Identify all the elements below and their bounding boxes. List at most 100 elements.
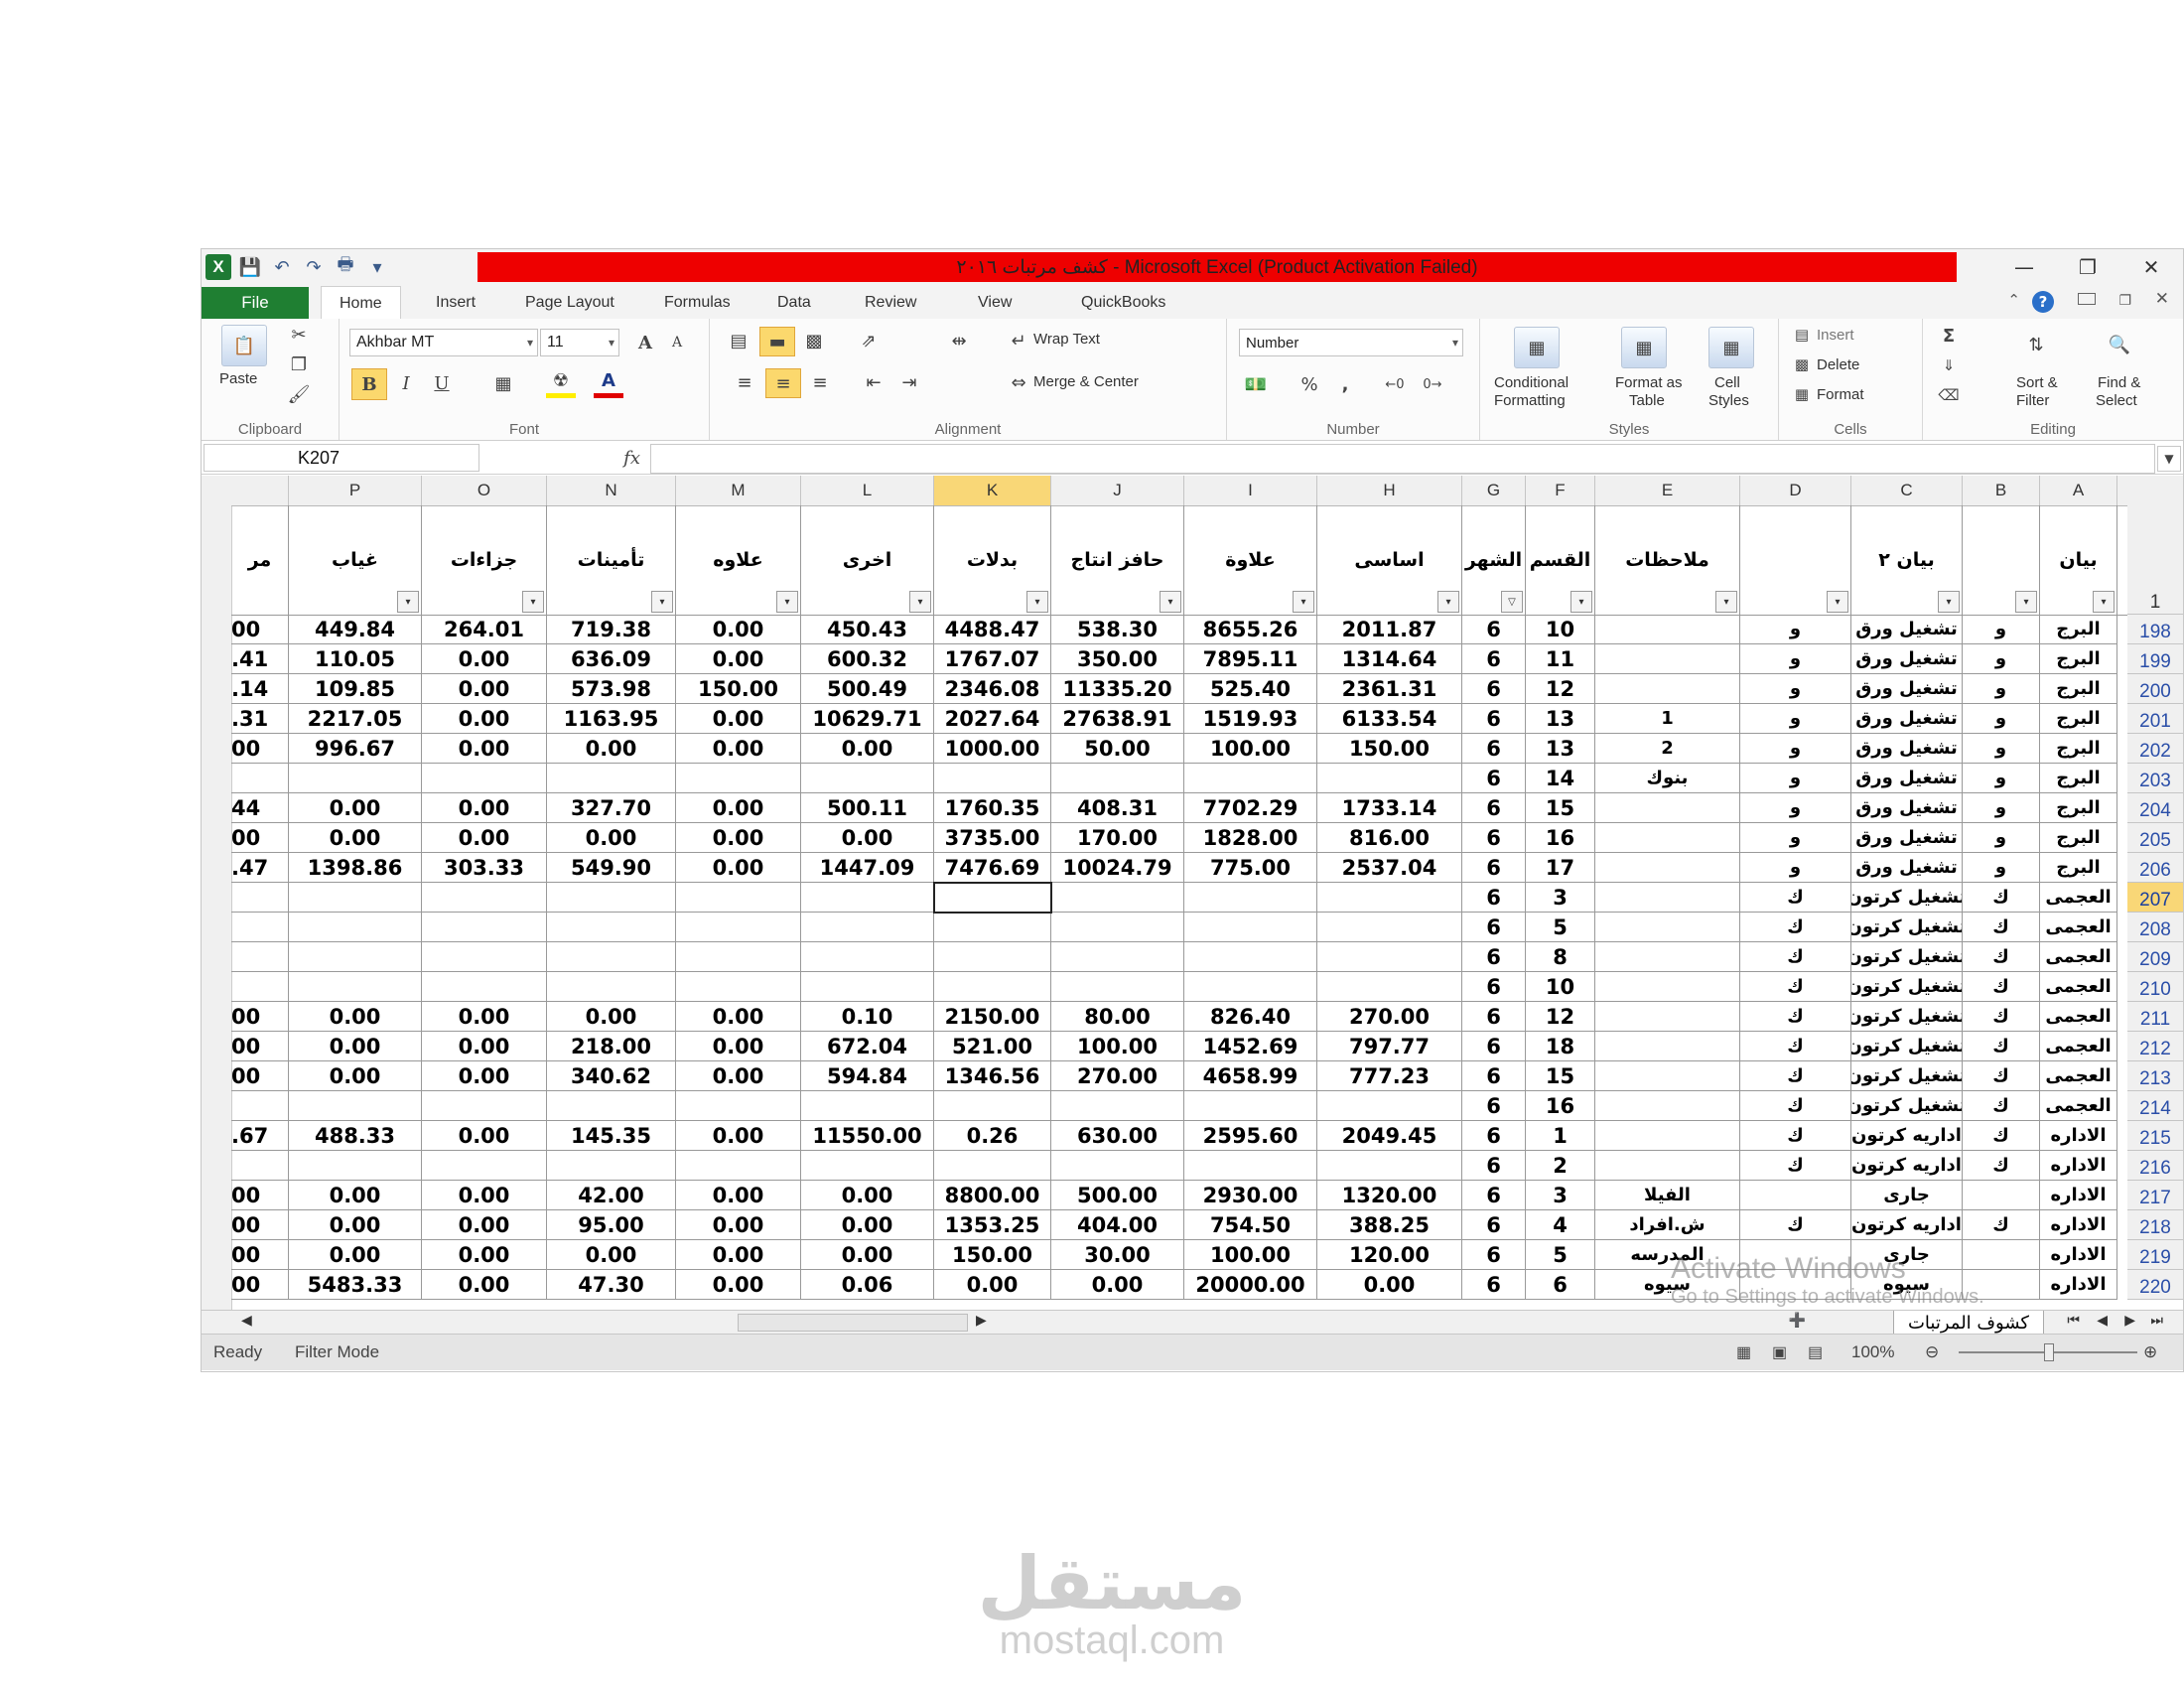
align-top-icon[interactable]: ▤ xyxy=(724,327,753,354)
cell-F[interactable]: 17 xyxy=(1526,853,1595,883)
cell-P[interactable] xyxy=(289,972,422,1002)
workbook-minimize-icon[interactable] xyxy=(2078,293,2096,305)
filter-active-icon[interactable]: ▽ xyxy=(1501,591,1523,613)
header-cell-partial[interactable]: مر xyxy=(231,505,289,615)
name-box[interactable]: K207 xyxy=(204,444,479,472)
cell-I[interactable]: 754.50 xyxy=(1184,1210,1317,1240)
print-preview-icon[interactable]: 🖶 xyxy=(333,254,358,280)
cell-I[interactable]: 1519.93 xyxy=(1184,704,1317,734)
workbook-restore-icon[interactable]: ❐ xyxy=(2118,293,2131,309)
cell-P[interactable]: 2217.05 xyxy=(289,704,422,734)
cell-H[interactable]: 1314.64 xyxy=(1317,644,1462,674)
cell-E[interactable]: ش.افراد xyxy=(1595,1210,1740,1240)
column-header-O[interactable]: O xyxy=(422,476,547,505)
cell-F[interactable]: 10 xyxy=(1526,972,1595,1002)
cell-K[interactable]: 2027.64 xyxy=(934,704,1051,734)
cell-I[interactable]: 20000.00 xyxy=(1184,1270,1317,1300)
cell-A[interactable]: العجمى xyxy=(2040,942,2117,972)
cell-O[interactable]: 0.00 xyxy=(422,1210,547,1240)
cell-A[interactable]: البرج xyxy=(2040,644,2117,674)
cell-A[interactable]: العجمى xyxy=(2040,1061,2117,1091)
sort-filter-icon[interactable]: ⇅ xyxy=(2014,325,2058,364)
redo-icon[interactable]: ↷ xyxy=(301,254,327,280)
fill-icon[interactable]: ⇓ xyxy=(1937,352,1961,378)
cell-J[interactable]: 270.00 xyxy=(1051,1061,1184,1091)
formula-input[interactable] xyxy=(650,444,2155,474)
workbook-close-icon[interactable]: ✕ xyxy=(2155,289,2169,309)
row-number[interactable]: 199 xyxy=(2127,644,2183,674)
column-header-P[interactable]: P xyxy=(289,476,422,505)
cell-M[interactable]: 0.00 xyxy=(676,1002,801,1032)
cell-J[interactable]: 27638.91 xyxy=(1051,704,1184,734)
cell-N[interactable]: 0.00 xyxy=(547,823,676,853)
cell-D[interactable]: ك xyxy=(1740,1210,1851,1240)
cell-O[interactable]: 0.00 xyxy=(422,734,547,764)
column-header-F[interactable]: F xyxy=(1526,476,1595,505)
cell-E[interactable] xyxy=(1595,615,1740,644)
row-number[interactable]: 217 xyxy=(2127,1181,2183,1210)
tab-quickbooks[interactable]: QuickBooks xyxy=(1081,287,1165,319)
filter-dropdown-icon[interactable]: ▾ xyxy=(2015,591,2037,613)
cell-P[interactable] xyxy=(289,883,422,913)
filter-dropdown-icon[interactable]: ▾ xyxy=(1827,591,1848,613)
cell-A[interactable]: الاداره xyxy=(2040,1210,2117,1240)
cell-H[interactable]: 2049.45 xyxy=(1317,1121,1462,1151)
cell-F[interactable]: 12 xyxy=(1526,1002,1595,1032)
filter-dropdown-icon[interactable]: ▾ xyxy=(1437,591,1459,613)
cell-G[interactable]: 6 xyxy=(1462,1121,1526,1151)
cell-G[interactable]: 6 xyxy=(1462,615,1526,644)
cell-N[interactable] xyxy=(547,942,676,972)
cell-N[interactable] xyxy=(547,913,676,942)
cell-N[interactable]: 0.00 xyxy=(547,734,676,764)
cell-N[interactable] xyxy=(547,972,676,1002)
cell-K[interactable]: 4488.47 xyxy=(934,615,1051,644)
cell-B[interactable]: و xyxy=(1963,853,2040,883)
orientation-icon[interactable]: ⇗ xyxy=(849,327,888,354)
cell-partial[interactable] xyxy=(231,913,289,942)
zoom-in-icon[interactable]: ⊕ xyxy=(2143,1335,2157,1370)
cell-F[interactable]: 16 xyxy=(1526,1091,1595,1121)
find-select-icon[interactable]: 🔍 xyxy=(2098,325,2141,364)
column-header-L[interactable]: L xyxy=(801,476,934,505)
cell-B[interactable]: ك xyxy=(1963,1091,2040,1121)
cell-G[interactable]: 6 xyxy=(1462,1032,1526,1061)
cell-O[interactable]: 0.00 xyxy=(422,644,547,674)
cell-F[interactable]: 2 xyxy=(1526,1151,1595,1181)
cell-O[interactable] xyxy=(422,764,547,793)
cell-M[interactable]: 0.00 xyxy=(676,823,801,853)
tab-file[interactable]: File xyxy=(202,287,309,319)
cell-G[interactable]: 6 xyxy=(1462,793,1526,823)
minimize-icon[interactable]: — xyxy=(1992,249,2056,285)
cell-P[interactable]: 0.00 xyxy=(289,793,422,823)
cell-B[interactable]: ك xyxy=(1963,942,2040,972)
format-painter-icon[interactable]: 🖌 xyxy=(287,382,311,406)
cell-N[interactable]: 1163.95 xyxy=(547,704,676,734)
column-header-G[interactable]: G xyxy=(1462,476,1526,505)
cell-D[interactable]: ك xyxy=(1740,1002,1851,1032)
cell-K[interactable]: 150.00 xyxy=(934,1240,1051,1270)
row-number[interactable]: 210 xyxy=(2127,972,2183,1002)
cell-partial[interactable]: .67 xyxy=(231,1121,289,1151)
header-cell-P[interactable]: غياب ▾ xyxy=(289,505,422,615)
filter-dropdown-icon[interactable]: ▾ xyxy=(1938,591,1960,613)
tab-review[interactable]: Review xyxy=(865,287,916,319)
cell-G[interactable]: 6 xyxy=(1462,972,1526,1002)
cell-E[interactable] xyxy=(1595,1121,1740,1151)
cell-C[interactable]: تشغيل كرتون xyxy=(1851,972,1963,1002)
cell-C[interactable]: تشغيل ورق xyxy=(1851,615,1963,644)
cell-K[interactable] xyxy=(934,764,1051,793)
column-header-M[interactable]: M xyxy=(676,476,801,505)
row-number[interactable]: 204 xyxy=(2127,793,2183,823)
cell-C[interactable]: تشغيل كرتون xyxy=(1851,1061,1963,1091)
cell-J[interactable] xyxy=(1051,913,1184,942)
conditional-formatting-label-2[interactable]: Formatting xyxy=(1494,392,1566,409)
row-number[interactable]: 213 xyxy=(2127,1061,2183,1091)
filter-dropdown-icon[interactable]: ▾ xyxy=(1026,591,1048,613)
cell-partial[interactable]: 00 xyxy=(231,1210,289,1240)
cell-I[interactable]: 525.40 xyxy=(1184,674,1317,704)
cell-J[interactable]: 350.00 xyxy=(1051,644,1184,674)
cell-partial[interactable]: 44 xyxy=(231,793,289,823)
cell-J[interactable]: 408.31 xyxy=(1051,793,1184,823)
cell-partial[interactable]: .41 xyxy=(231,644,289,674)
cell-H[interactable] xyxy=(1317,913,1462,942)
